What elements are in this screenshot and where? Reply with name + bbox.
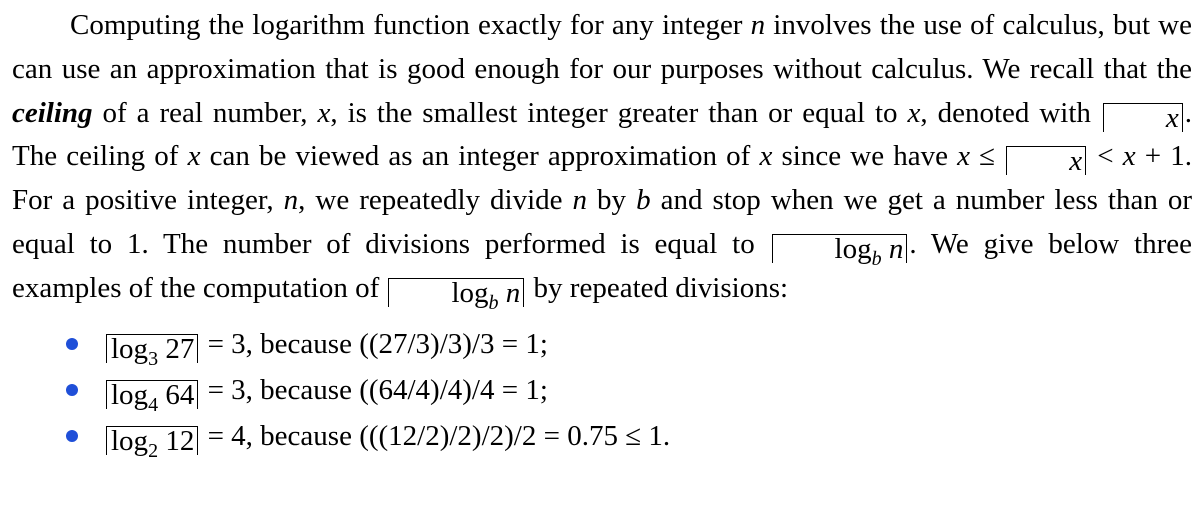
log-argument: 27 (165, 332, 195, 365)
math-log: log (111, 424, 149, 457)
text-run: by repeated divisions: (526, 271, 789, 304)
examples-list: log3 27 = 3, because ((27/3)/3)/3 = 1; l… (12, 321, 1192, 461)
math-log: log (111, 378, 149, 411)
math-log: log (111, 332, 149, 365)
ceiling-log-expression: log4 64 (106, 378, 199, 415)
math-n: n (283, 184, 299, 217)
list-item: log3 27 = 3, because ((27/3)/3)/3 = 1; (12, 321, 1192, 369)
list-item: log2 12 = 4, because (((12/2)/2)/2)/2 = … (12, 413, 1192, 461)
ceiling-log-b-n: logb n (771, 232, 908, 269)
math-b-subscript: b (488, 291, 499, 314)
text-run: , is the smallest integer greater than o… (330, 96, 908, 129)
text-run: of a real number, (92, 96, 318, 129)
ceiling-log-b-n: logb n (388, 276, 525, 313)
text-run: can be viewed as an integer approximatio… (200, 140, 760, 173)
math-plus-one: + 1 (1135, 140, 1185, 173)
text-run: , denoted with (920, 96, 1101, 129)
text-run: Computing the logarithm function exactly… (70, 9, 751, 41)
list-item: log4 64 = 3, because ((64/4)/4)/4 = 1; (12, 367, 1192, 415)
bullet-icon (66, 337, 78, 350)
math-x: x (1165, 101, 1179, 134)
body-paragraph: Computing the logarithm function exactly… (12, 4, 1192, 313)
ceiling-log-expression: log3 27 (106, 332, 199, 369)
math-b: b (636, 184, 651, 217)
math-log: log (451, 276, 489, 309)
bullet-icon (66, 383, 78, 396)
bullet-icon (66, 429, 78, 442)
math-x: x (187, 140, 201, 173)
math-n: n (888, 232, 904, 265)
example-text: = 3, because ((64/4)/4)/4 = 1; (200, 373, 548, 406)
example-text: = 4, because (((12/2)/2)/2)/2 = 0.75 ≤ 1… (200, 419, 671, 452)
math-n: n (505, 276, 521, 309)
text-run: since we have (772, 140, 958, 173)
math-n: n (750, 9, 766, 41)
math-x: x (1069, 145, 1083, 178)
math-n: n (572, 184, 588, 217)
math-x: x (1122, 140, 1136, 173)
ceiling-log-expression: log2 12 (106, 424, 199, 461)
example-text: = 3, because ((27/3)/3)/3 = 1; (200, 327, 548, 360)
math-x: x (317, 96, 331, 129)
text-run: , we repeatedly divide (298, 184, 573, 217)
keyword-ceiling: ceiling (12, 96, 93, 129)
math-lt: < (1088, 140, 1123, 173)
math-log: log (834, 232, 872, 265)
math-b-subscript: b (871, 247, 882, 270)
math-x: x (957, 140, 970, 173)
math-leq: ≤ (969, 140, 1005, 173)
math-x: x (759, 140, 773, 173)
ceiling-x: x (1102, 101, 1183, 134)
text-run: by (587, 184, 637, 217)
math-x: x (907, 96, 921, 129)
log-base: 2 (148, 439, 159, 462)
log-argument: 12 (165, 424, 195, 457)
document-page: Computing the logarithm function exactly… (12, 4, 1192, 461)
ceiling-x: x (1006, 145, 1087, 178)
log-argument: 64 (165, 378, 195, 411)
